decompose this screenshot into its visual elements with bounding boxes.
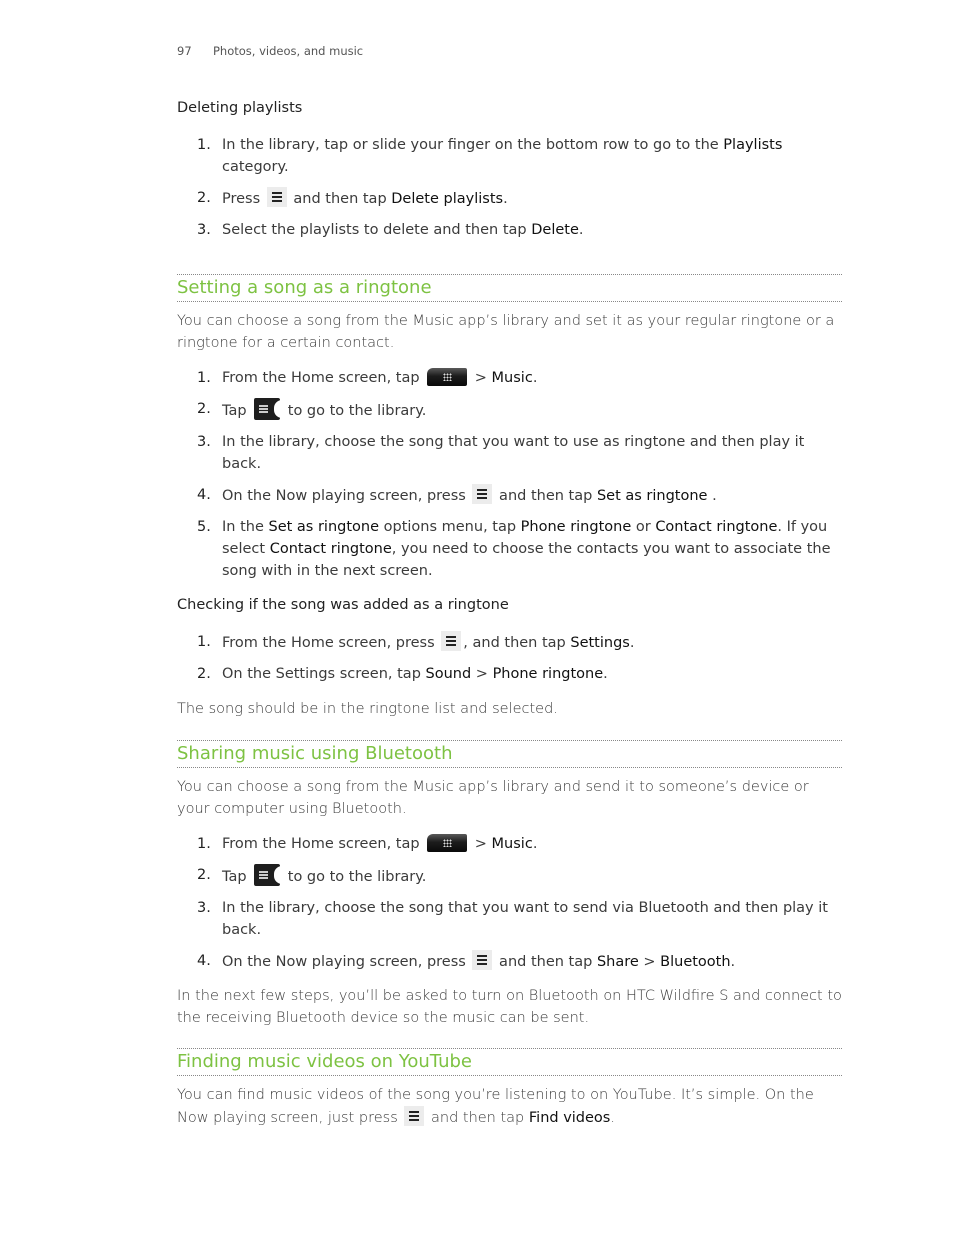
list-item: 3. Select the playlists to delete and the… (197, 222, 584, 238)
list-item: 5. In the Set as ringtone options menu, t… (197, 519, 831, 579)
list-item: 4. On the Now playing screen, press and t… (177, 484, 842, 507)
section-title-youtube: Finding music videos on YouTube (177, 1048, 842, 1076)
menu-key-icon (404, 1106, 425, 1126)
list-item: 3. In the library, choose the song that y… (197, 900, 828, 938)
menu-key-icon (472, 950, 493, 970)
list-item: 3. In the library, choose the song that y… (197, 434, 805, 472)
list-item: 1. From the Home screen, tap > Music. (197, 834, 538, 852)
deleting-steps: 1. In the library, tap or slide your fing… (177, 134, 842, 250)
section-title-bluetooth: Sharing music using Bluetooth (177, 740, 842, 768)
library-icon (254, 864, 283, 886)
menu-key-icon (266, 187, 287, 207)
list-item: 1. In the library, tap or slide your fing… (197, 137, 783, 175)
subheading-checking-ringtone: Checking if the song was added as a ring… (177, 597, 509, 613)
menu-key-icon (441, 631, 462, 651)
section-title-ringtone: Setting a song as a ringtone (177, 274, 842, 302)
all-apps-icon (427, 368, 468, 386)
page-header: 97 Photos, videos, and music (177, 44, 363, 58)
check-steps: 1. From the Home screen, press , and then… (177, 631, 842, 694)
menu-key-icon (472, 484, 493, 504)
list-item: 1. From the Home screen, press , and then… (177, 631, 842, 654)
page-number: 97 (177, 44, 192, 58)
youtube-body: You can find music videos of the song yo… (177, 1087, 814, 1126)
subheading-deleting-playlists: Deleting playlists (177, 100, 303, 116)
list-item: 2. Tap to go to the library. (177, 398, 842, 422)
list-item: 1. From the Home screen, tap > Music. (197, 368, 538, 386)
bluetooth-outro: In the next few steps, you’ll be asked t… (177, 988, 842, 1026)
ringtone-outro: The song should be in the ringtone list … (177, 701, 558, 717)
ringtone-intro: You can choose a song from the Music app… (177, 313, 835, 351)
list-item: 2. On the Settings screen, tap Sound > Ph… (197, 666, 608, 682)
list-item: 2. Press and then tap Delete playlists. (177, 187, 842, 210)
chapter-title: Photos, videos, and music (213, 44, 364, 58)
bluetooth-intro: You can choose a song from the Music app… (177, 779, 809, 817)
list-item: 2. Tap to go to the library. (177, 864, 842, 888)
list-item: 4. On the Now playing screen, press and t… (177, 950, 842, 973)
bluetooth-steps: 1. From the Home screen, tap > Music. 2. T… (177, 833, 842, 982)
all-apps-icon (427, 834, 468, 852)
library-icon (254, 398, 283, 420)
ringtone-steps: 1. From the Home screen, tap > Music. 2. T… (177, 367, 842, 591)
